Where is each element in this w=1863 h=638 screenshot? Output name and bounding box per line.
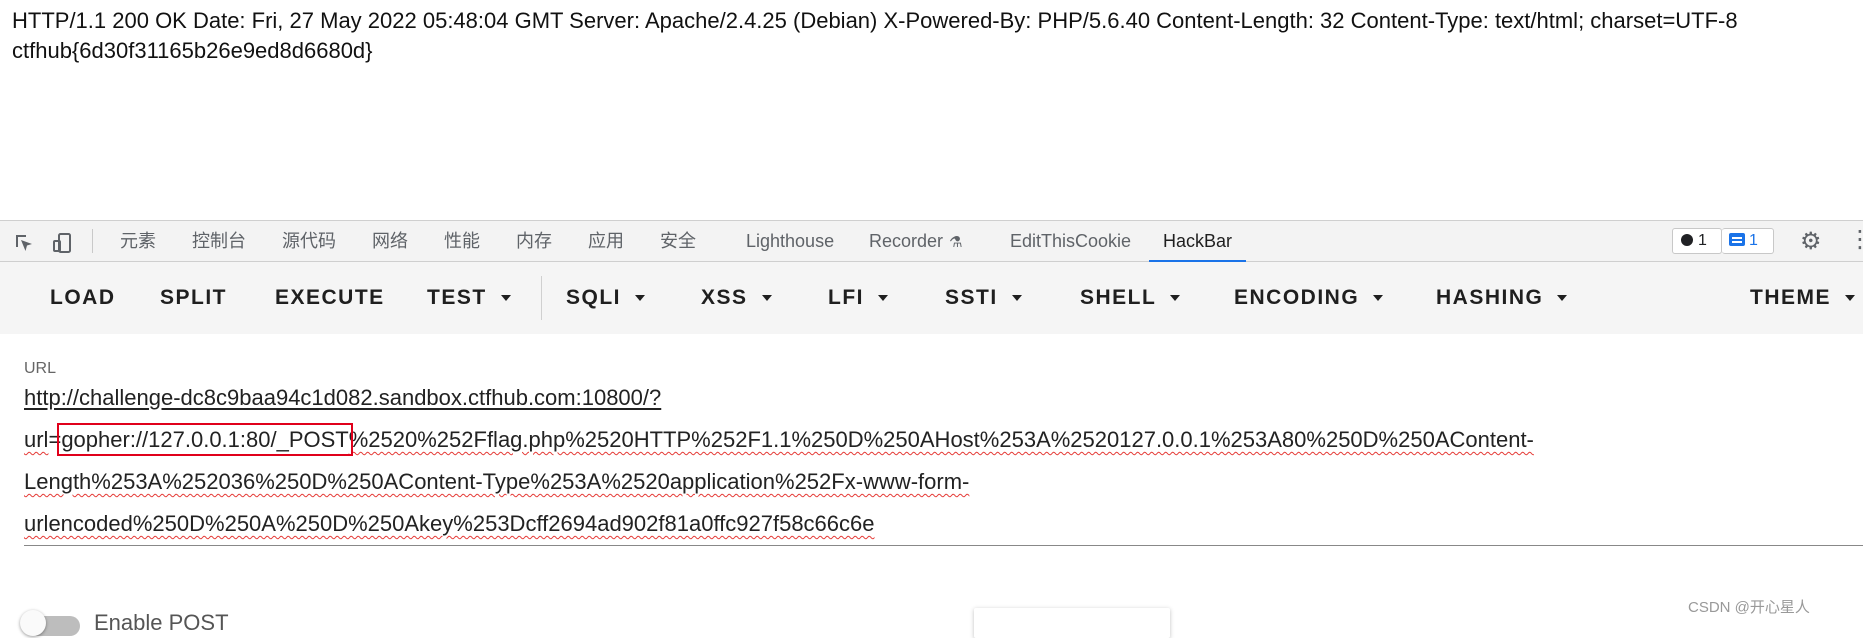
toolbar-separator bbox=[92, 229, 93, 253]
tab-performance[interactable]: 性能 bbox=[444, 221, 480, 261]
messages-badge[interactable]: 1 bbox=[1722, 228, 1774, 254]
devtools-tab-bar: 元素 控制台 源代码 网络 性能 内存 应用 安全 Lighthouse Rec… bbox=[0, 220, 1863, 262]
tab-application[interactable]: 应用 bbox=[588, 221, 624, 261]
messages-count: 1 bbox=[1749, 232, 1758, 249]
tab-hackbar[interactable]: HackBar bbox=[1148, 221, 1247, 262]
split-label: SPLIT bbox=[160, 286, 228, 309]
execute-label: EXECUTE bbox=[275, 286, 385, 309]
caret-down-icon bbox=[1170, 295, 1181, 301]
tab-sources[interactable]: 源代码 bbox=[282, 221, 336, 261]
test-dropdown[interactable]: TEST bbox=[427, 262, 511, 334]
url-field-underline bbox=[24, 545, 1863, 546]
url-param-key: url bbox=[24, 427, 49, 452]
theme-dropdown[interactable]: THEME bbox=[1750, 262, 1855, 334]
toolbar-divider bbox=[541, 276, 542, 320]
caret-down-icon bbox=[1011, 295, 1022, 301]
tab-network[interactable]: 网络 bbox=[372, 221, 408, 261]
url-line-4-text: urlencoded%250D%250A%250D%250Akey%253Dcf… bbox=[24, 511, 875, 536]
inspect-icon[interactable] bbox=[13, 232, 35, 254]
load-label: LOAD bbox=[50, 286, 116, 309]
execute-button[interactable]: EXECUTE bbox=[275, 262, 385, 334]
encoding-label: ENCODING bbox=[1234, 286, 1360, 309]
caret-down-icon bbox=[1845, 295, 1855, 301]
tab-editthiscookie[interactable]: EditThisCookie bbox=[1010, 221, 1131, 261]
shell-label: SHELL bbox=[1080, 286, 1157, 309]
device-toolbar-icon[interactable] bbox=[52, 232, 74, 254]
sqli-label: SQLI bbox=[566, 286, 622, 309]
hashing-label: HASHING bbox=[1436, 286, 1544, 309]
url-line-2-rest: %2520%252Fflag.php%2520HTTP%252F1.1%250D… bbox=[348, 427, 1534, 452]
shell-dropdown[interactable]: SHELL bbox=[1080, 262, 1181, 334]
sqli-dropdown[interactable]: SQLI bbox=[566, 262, 646, 334]
tab-recorder-label: Recorder bbox=[869, 231, 944, 251]
highlighted-gopher-url: gopher://127.0.0.1:80/_POST bbox=[57, 423, 353, 456]
hashing-dropdown[interactable]: HASHING bbox=[1436, 262, 1568, 334]
errors-badge[interactable]: 1 bbox=[1672, 228, 1722, 254]
url-line-4: urlencoded%250D%250A%250D%250Akey%253Dcf… bbox=[24, 510, 875, 538]
xss-label: XSS bbox=[701, 286, 748, 309]
tab-security[interactable]: 安全 bbox=[660, 221, 696, 261]
caret-down-icon bbox=[1373, 295, 1384, 301]
enable-post-toggle-knob[interactable] bbox=[20, 610, 46, 636]
theme-label: THEME bbox=[1750, 286, 1831, 309]
watermark: CSDN @开心星人 bbox=[1688, 599, 1810, 616]
load-button[interactable]: LOAD bbox=[50, 262, 116, 334]
hackbar-toolbar: LOAD SPLIT EXECUTE TEST SQLI XSS LFI SST… bbox=[0, 262, 1863, 334]
more-icon[interactable]: ⋮ bbox=[1848, 227, 1863, 253]
url-param-eq: = bbox=[48, 427, 62, 452]
http-response-text: HTTP/1.1 200 OK Date: Fri, 27 May 2022 0… bbox=[12, 8, 1738, 63]
caret-down-icon bbox=[1557, 295, 1568, 301]
caret-down-icon bbox=[761, 295, 772, 301]
url-field-label: URL bbox=[24, 360, 57, 377]
tab-lighthouse[interactable]: Lighthouse bbox=[746, 221, 834, 261]
caret-down-icon bbox=[878, 295, 888, 301]
message-icon bbox=[1729, 233, 1745, 246]
url-line-1: http://challenge-dc8c9baa94c1d082.sandbo… bbox=[24, 384, 661, 412]
caret-down-icon bbox=[500, 295, 511, 301]
encoding-dropdown[interactable]: ENCODING bbox=[1234, 262, 1384, 334]
ssti-dropdown[interactable]: SSTI bbox=[945, 262, 1022, 334]
xss-dropdown[interactable]: XSS bbox=[701, 262, 772, 334]
lfi-dropdown[interactable]: LFI bbox=[828, 262, 888, 334]
test-label: TEST bbox=[427, 286, 487, 309]
tab-recorder[interactable]: Recorder ⚗ bbox=[869, 221, 962, 261]
url-line-2: url=gopher://127.0.0.1:80/_POST%2520%252… bbox=[24, 423, 1534, 456]
error-dot-icon bbox=[1681, 234, 1693, 246]
caret-down-icon bbox=[635, 295, 646, 301]
partial-panel bbox=[974, 608, 1170, 638]
ssti-label: SSTI bbox=[945, 286, 998, 309]
url-line-1-text: http://challenge-dc8c9baa94c1d082.sandbo… bbox=[24, 385, 662, 410]
errors-count: 1 bbox=[1698, 232, 1707, 249]
enable-post-label: Enable POST bbox=[94, 610, 229, 635]
beaker-icon: ⚗ bbox=[949, 234, 963, 251]
split-button[interactable]: SPLIT bbox=[160, 262, 227, 334]
settings-icon[interactable]: ⚙ bbox=[1800, 229, 1822, 255]
tab-console[interactable]: 控制台 bbox=[192, 221, 246, 261]
tab-memory[interactable]: 内存 bbox=[516, 221, 552, 261]
url-line-3-text: Length%253A%252036%250D%250AContent-Type… bbox=[24, 469, 970, 494]
lfi-label: LFI bbox=[828, 286, 864, 309]
url-line-3: Length%253A%252036%250D%250AContent-Type… bbox=[24, 468, 969, 496]
tab-elements[interactable]: 元素 bbox=[120, 221, 156, 261]
